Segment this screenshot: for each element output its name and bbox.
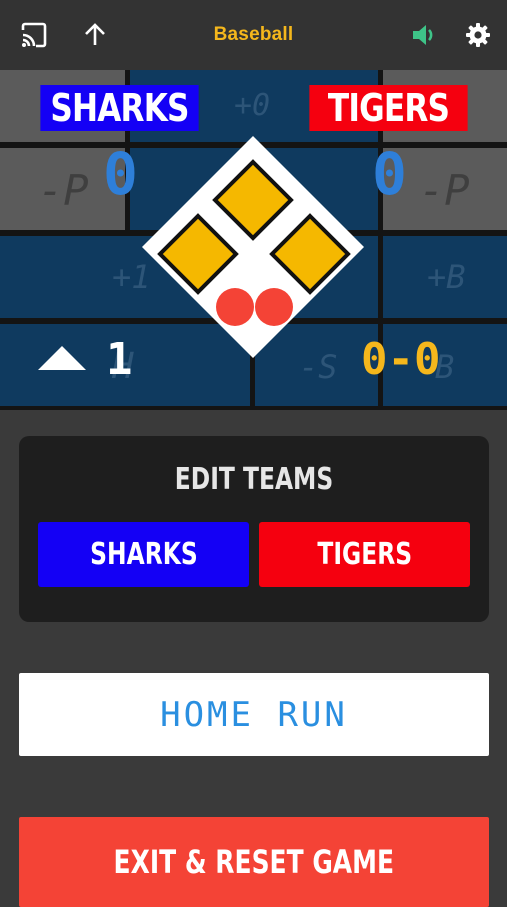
- mid-right-cell: +B: [383, 236, 507, 318]
- ghost-right-p: -P: [419, 166, 470, 215]
- ghost-left-p: -P: [38, 166, 89, 215]
- away-score[interactable]: 0: [372, 145, 407, 203]
- scoreboard: +0 -P -P +1 +B H -S B SHARKS TIGERS 0 0 …: [0, 70, 507, 410]
- ghost-top-center: +0: [234, 88, 271, 123]
- home-score[interactable]: 0: [103, 145, 138, 203]
- ghost-mid-right: +B: [427, 258, 466, 296]
- exit-reset-game-button[interactable]: EXIT & RESET GAME: [19, 817, 489, 907]
- away-team-name[interactable]: TIGERS: [309, 85, 468, 131]
- edit-teams-panel: EDIT TEAMS SHARKS TIGERS: [19, 436, 489, 622]
- edit-teams-title: EDIT TEAMS: [174, 462, 334, 497]
- speaker-icon[interactable]: [408, 19, 440, 51]
- inning-top-arrow-icon: [38, 346, 86, 370]
- top-bar: Baseball: [0, 0, 507, 70]
- edit-home-team-button[interactable]: SHARKS: [38, 522, 249, 587]
- out-indicator-2: [255, 288, 293, 326]
- home-team-name[interactable]: SHARKS: [40, 85, 199, 131]
- balls-strikes-count: 0-0: [361, 334, 441, 385]
- home-run-button[interactable]: HOME RUN: [19, 673, 489, 756]
- bases-diamond: [138, 132, 368, 362]
- out-indicator-1: [216, 288, 254, 326]
- gear-icon[interactable]: [462, 19, 494, 51]
- edit-away-team-button[interactable]: TIGERS: [259, 522, 470, 587]
- inning-number: 1: [106, 334, 133, 385]
